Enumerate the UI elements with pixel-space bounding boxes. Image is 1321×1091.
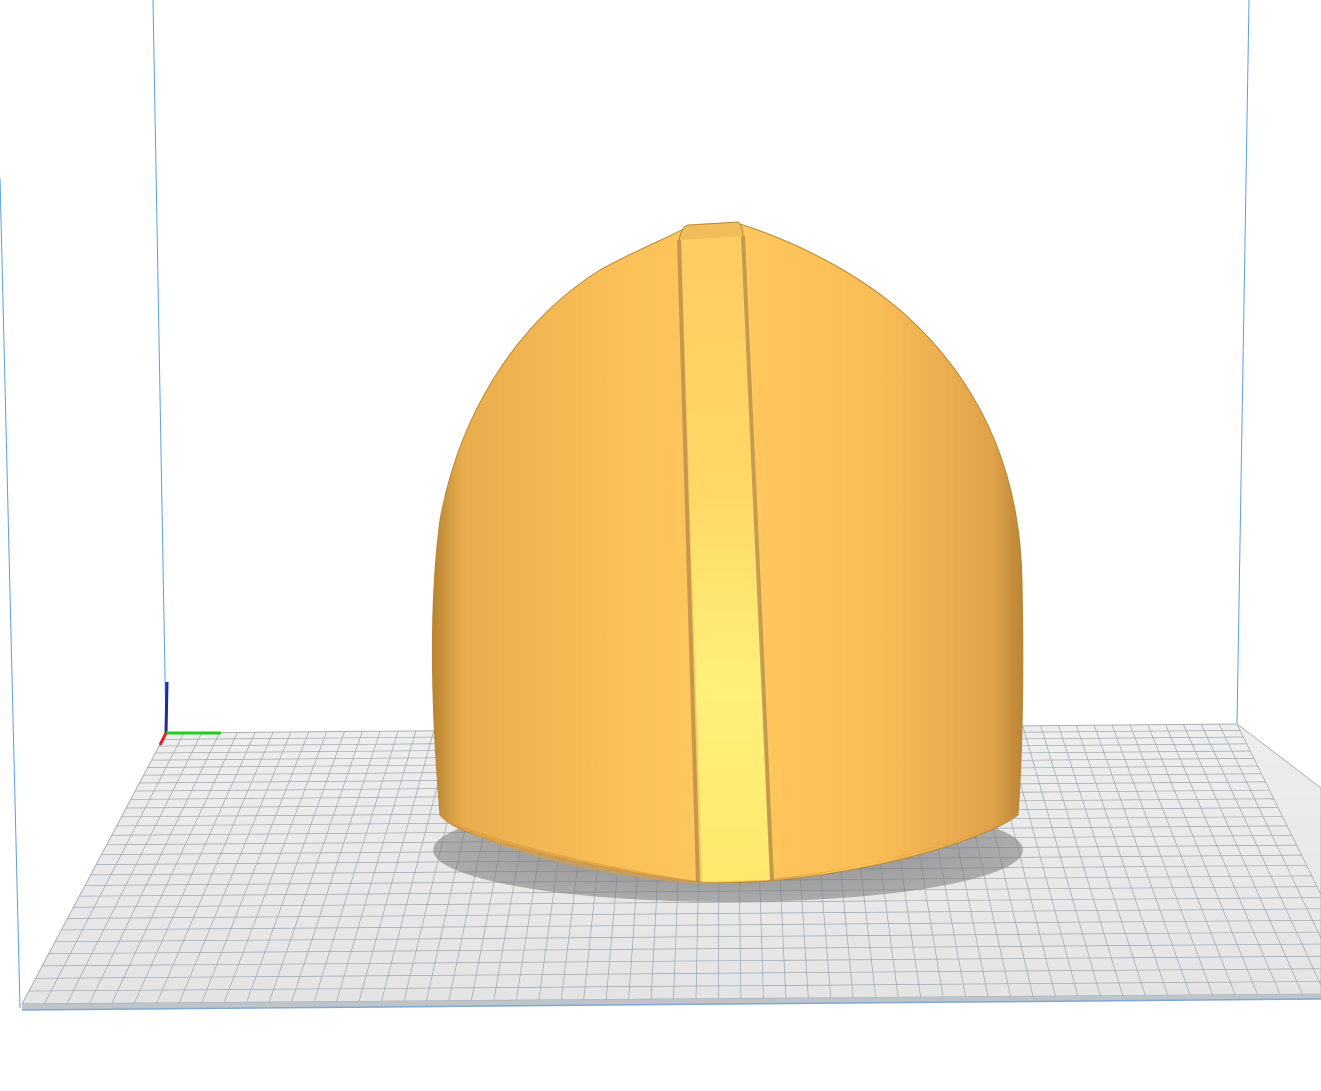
3d-viewport[interactable]: [0, 0, 1321, 1091]
build-volume-edge-left-back: [152, 0, 167, 734]
build-volume-edge-right-back: [1236, 0, 1250, 725]
build-volume-edge-left-front: [0, 177, 21, 1009]
helmet-model[interactable]: [431, 221, 1024, 884]
z-axis-indicator: [164, 681, 169, 734]
scene-canvas[interactable]: [0, 0, 1321, 1091]
